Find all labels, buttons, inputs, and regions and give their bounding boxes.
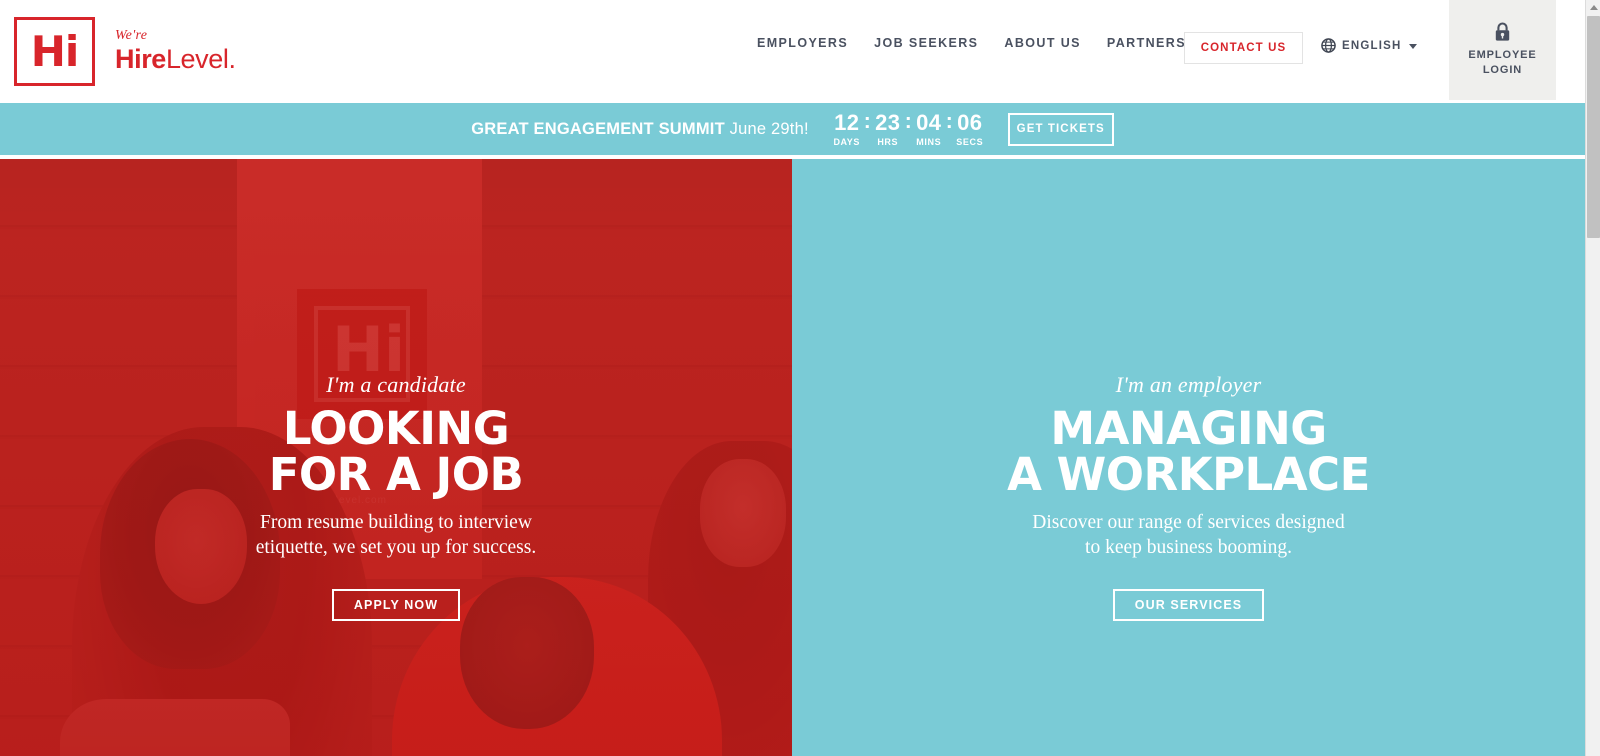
lock-icon [1495,22,1510,41]
employee-login-button[interactable]: EMPLOYEE LOGIN [1449,0,1556,100]
language-label: ENGLISH [1342,39,1402,52]
hero-subline-candidate-line2: etiquette, we set you up for success. [255,536,537,558]
logo-name-bold: Hire [115,44,166,75]
hero-headline-employer-line2: A WORKPLACE [1007,447,1370,501]
countdown-separator-2: : [904,110,912,134]
countdown-separator-1: : [863,110,871,134]
scroll-up-arrow-icon[interactable] [1586,0,1600,15]
hero-eyebrow-employer: I'm an employer [1115,372,1262,397]
nav-item-employers[interactable]: EMPLOYERS [757,36,848,50]
logo[interactable]: Hi We're HireLevel. [0,17,236,86]
site-header: Hi We're HireLevel. EMPLOYERS JOB SEEKER… [0,0,1585,103]
banner-inner: GREAT ENGAGEMENT SUMMIT June 29th! 12 DA… [471,110,1114,147]
hero-subline-candidate-line1: From resume building to interview [260,511,532,533]
banner-title-bold: GREAT ENGAGEMENT SUMMIT [471,119,725,138]
logo-name: HireLevel. [115,45,236,73]
contact-us-button[interactable]: CONTACT US [1184,32,1303,64]
banner-title-date: June 29th! [729,119,809,138]
chevron-down-icon [1408,44,1417,49]
countdown-days-value: 12 [834,110,860,136]
countdown-hours-label: HRS [877,136,899,147]
hero-panel-candidate[interactable]: Hi hirelevel.com Hi I' [0,159,792,756]
countdown-seconds: 06 SECS [954,111,986,146]
hero-content-candidate: I'm a candidate LOOKING FOR A JOB From r… [0,159,792,756]
countdown-hours: 23 HRS [872,111,904,146]
employee-login-line2: LOGIN [1482,64,1523,76]
hero-headline-employer: MANAGING A WORKPLACE [1007,406,1370,498]
logo-mark-text: Hi [30,26,80,76]
our-services-label: OUR SERVICES [1134,597,1243,612]
get-tickets-label: GET TICKETS [1016,123,1105,135]
countdown-seconds-label: SECS [956,136,984,147]
logo-mark-box: Hi [14,17,95,86]
logo-name-light: Level. [165,44,236,75]
hero-headline-candidate: LOOKING FOR A JOB [269,406,524,498]
main-nav: EMPLOYERS JOB SEEKERS ABOUT US PARTNERS … [757,36,1254,50]
logo-tagline: We're [115,28,148,44]
hero-panel-employer[interactable]: I'm an employer MANAGING A WORKPLACE Dis… [792,159,1585,756]
countdown-separator-3: : [945,110,953,134]
countdown-timer: 12 DAYS : 23 HRS : 04 MINS : 06 SECS [831,110,986,147]
page-scrollbar[interactable] [1585,0,1600,756]
contact-us-label: CONTACT US [1200,42,1287,54]
apply-now-label: APPLY NOW [353,597,439,612]
countdown-minutes-label: MINS [916,136,942,147]
get-tickets-button[interactable]: GET TICKETS [1007,112,1114,146]
banner-title: GREAT ENGAGEMENT SUMMIT June 29th! [471,120,808,139]
hero-eyebrow-candidate: I'm a candidate [326,372,466,397]
hero-content-employer: I'm an employer MANAGING A WORKPLACE Dis… [792,159,1585,756]
language-selector[interactable]: ENGLISH [1321,38,1417,53]
hero-headline-candidate-line2: FOR A JOB [268,447,524,501]
globe-icon [1321,38,1336,53]
countdown-days: 12 DAYS [831,111,863,146]
apply-now-button[interactable]: APPLY NOW [331,588,461,621]
nav-item-about-us[interactable]: ABOUT US [1004,36,1080,50]
hero-subline-employer-line1: Discover our range of services designed [1032,511,1345,533]
hero-section: Hi hirelevel.com Hi I' [0,159,1585,756]
page-root: Hi We're HireLevel. EMPLOYERS JOB SEEKER… [0,0,1600,756]
employee-login-line1: EMPLOYEE [1468,49,1537,62]
logo-wordmark: We're HireLevel. [115,28,236,74]
hero-subline-candidate: From resume building to interview etique… [256,511,537,561]
nav-item-job-seekers[interactable]: JOB SEEKERS [874,36,978,50]
hero-subline-employer: Discover our range of services designed … [1032,511,1344,561]
countdown-hours-value: 23 [875,110,901,136]
hero-subline-employer-line2: to keep business booming. [1085,536,1292,558]
our-services-button[interactable]: OUR SERVICES [1112,588,1265,621]
event-countdown-banner: GREAT ENGAGEMENT SUMMIT June 29th! 12 DA… [0,103,1585,157]
countdown-seconds-value: 06 [957,110,983,136]
scrollbar-thumb[interactable] [1587,16,1600,238]
countdown-minutes: 04 MINS [913,111,945,146]
nav-item-partners[interactable]: PARTNERS [1107,36,1186,50]
employee-login-label: EMPLOYEE LOGIN [1468,48,1536,78]
countdown-days-label: DAYS [833,136,861,147]
countdown-minutes-value: 04 [916,110,942,136]
